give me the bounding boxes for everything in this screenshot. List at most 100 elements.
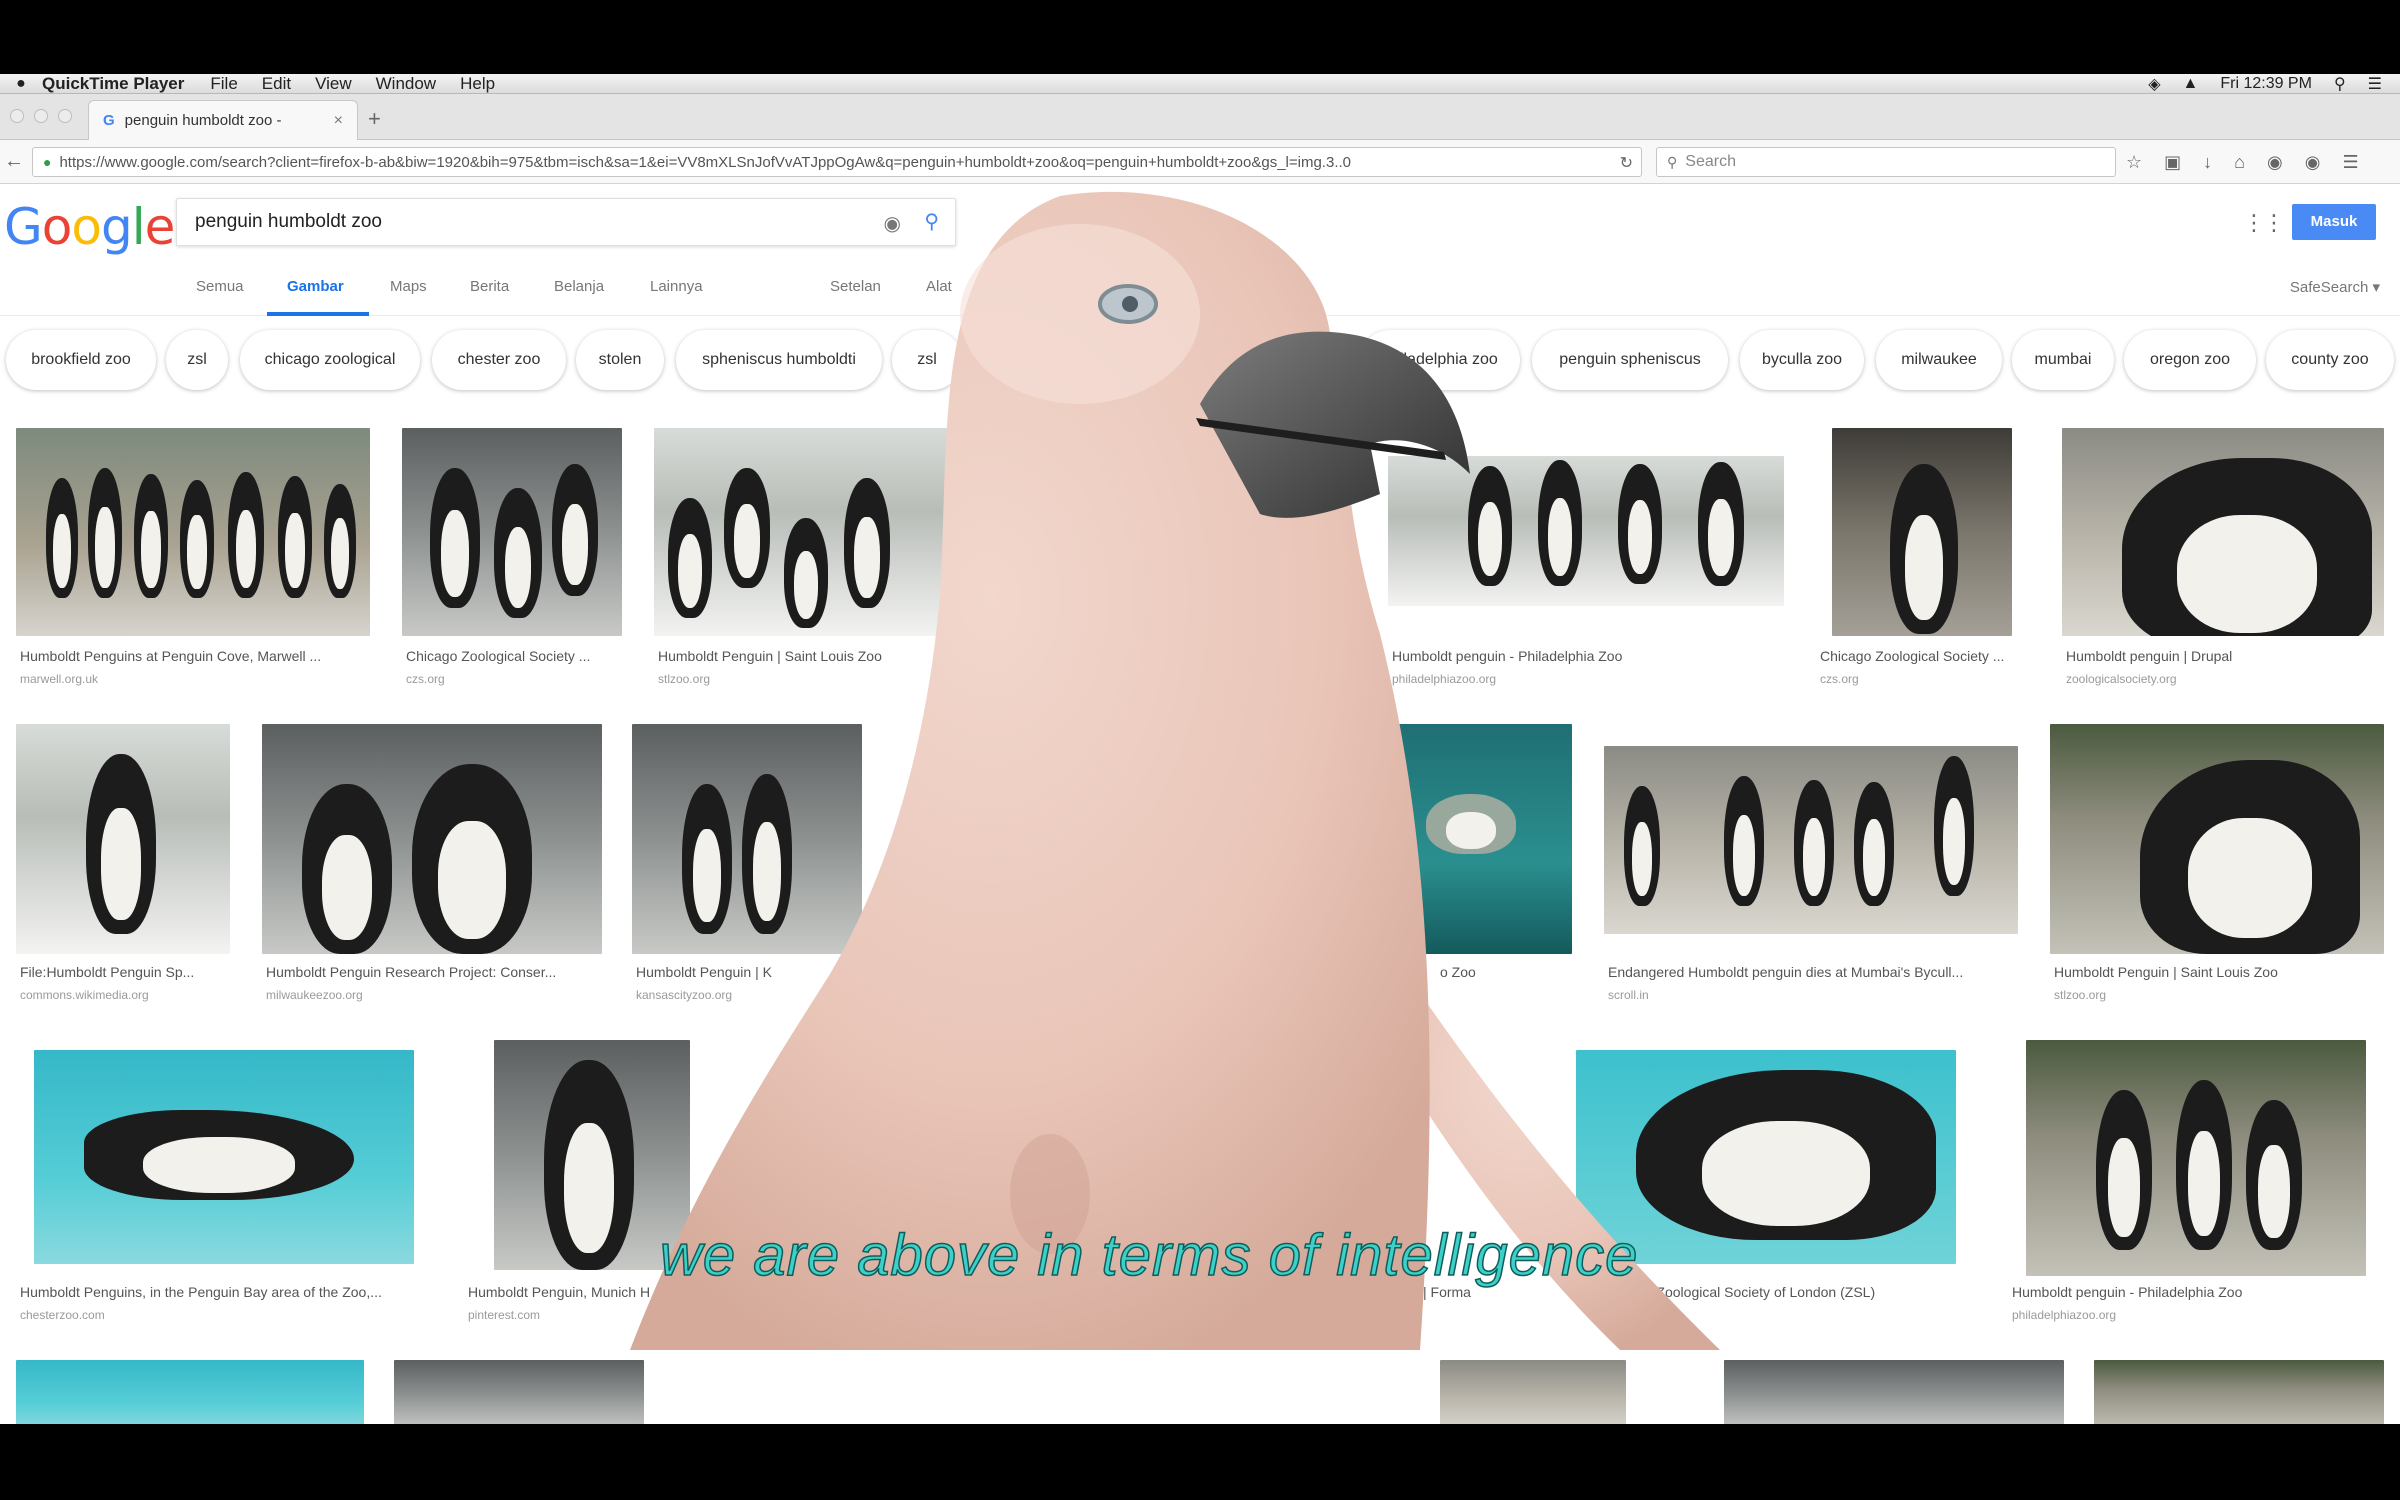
menu-app-name[interactable]: QuickTime Player xyxy=(42,74,184,94)
image-result[interactable] xyxy=(402,428,622,636)
image-result[interactable] xyxy=(262,724,602,954)
menu-edit[interactable]: Edit xyxy=(262,74,291,94)
search-button-icon[interactable]: ⚲ xyxy=(924,209,939,234)
camera-icon[interactable]: ◉ xyxy=(884,211,901,236)
safesearch-toggle[interactable]: SafeSearch ▾ xyxy=(2290,278,2380,296)
image-result[interactable] xyxy=(16,1360,364,1424)
zoom-window-icon[interactable] xyxy=(58,109,72,123)
browser-search-field[interactable]: ⚲ Search xyxy=(1656,147,2116,177)
chip[interactable]: oregon zoo xyxy=(2124,330,2256,390)
result-caption[interactable]: Humboldt penguin - Philadelphia Zoo xyxy=(1392,648,1784,664)
chip[interactable]: byculla zoo xyxy=(1740,330,1864,390)
new-tab-icon[interactable]: + xyxy=(368,106,381,132)
minimize-window-icon[interactable] xyxy=(34,109,48,123)
image-result[interactable] xyxy=(1832,428,2012,636)
chip[interactable]: penguin spheniscus xyxy=(1532,330,1728,390)
lock-icon: ● xyxy=(43,154,52,170)
image-result[interactable] xyxy=(1604,746,2018,934)
result-caption[interactable]: Humboldt Penguins at Penguin Cove, Marwe… xyxy=(20,648,370,664)
chip[interactable]: chester zoo xyxy=(432,330,566,390)
chip[interactable]: zsl xyxy=(166,330,228,390)
reload-icon[interactable]: ↻ xyxy=(1613,153,1633,173)
tab-close-icon[interactable]: × xyxy=(334,112,343,130)
volume-icon[interactable]: ▲ xyxy=(2183,75,2199,93)
tab-berita[interactable]: Berita xyxy=(470,278,509,295)
menu-view[interactable]: View xyxy=(315,74,352,94)
url-bar[interactable]: ● https://www.google.com/search?client=f… xyxy=(32,147,1642,177)
image-result[interactable] xyxy=(654,428,954,636)
wifi-icon[interactable]: ◈ xyxy=(2148,74,2160,94)
chip[interactable]: philadelphia zoo xyxy=(1360,330,1520,390)
result-caption[interactable]: Humboldt Penguin, Munich H xyxy=(468,1284,678,1300)
image-result[interactable] xyxy=(1386,724,1572,954)
result-caption[interactable]: File:Humboldt Penguin Sp... xyxy=(20,964,230,980)
result-caption[interactable]: Chicago Zoological Society ... xyxy=(406,648,622,664)
result-caption[interactable]: Humboldt penguin - Philadelphia Zoo xyxy=(2012,1284,2382,1300)
close-window-icon[interactable] xyxy=(10,109,24,123)
home-icon[interactable]: ⌂ xyxy=(2234,152,2245,173)
url-text: https://www.google.com/search?client=fir… xyxy=(59,153,1351,171)
image-result[interactable] xyxy=(16,724,230,954)
signin-button[interactable]: Masuk xyxy=(2292,204,2376,240)
result-caption[interactable]: Humboldt Penguin Research Project: Conse… xyxy=(266,964,602,980)
result-caption[interactable]: o Zoo xyxy=(1440,964,1570,980)
result-source: pinterest.com xyxy=(468,1308,541,1322)
back-arrow-icon[interactable]: ← xyxy=(4,150,24,173)
tab-alat[interactable]: Alat xyxy=(926,278,952,295)
tab-belanja[interactable]: Belanja xyxy=(554,278,604,295)
chip[interactable]: chicago zoological xyxy=(240,330,420,390)
image-result[interactable] xyxy=(2050,724,2384,954)
result-caption[interactable]: Humboldt Penguins, in the Penguin Bay ar… xyxy=(20,1284,430,1300)
notification-center-icon[interactable]: ☰ xyxy=(2368,74,2382,94)
image-result[interactable] xyxy=(394,1360,644,1424)
tab-lainnya[interactable]: Lainnya xyxy=(650,278,703,295)
menu-window[interactable]: Window xyxy=(376,74,436,94)
menu-help[interactable]: Help xyxy=(460,74,495,94)
chip[interactable]: brookfield zoo xyxy=(6,330,156,390)
image-result[interactable] xyxy=(1724,1360,2064,1424)
chip[interactable]: milwaukee xyxy=(1876,330,2002,390)
bookmark-star-icon[interactable]: ☆ xyxy=(2126,152,2142,173)
google-search-input[interactable]: penguin humboldt zoo ◉ ⚲ xyxy=(176,198,956,246)
image-result[interactable] xyxy=(632,724,862,954)
image-result[interactable] xyxy=(2062,428,2384,636)
image-result[interactable] xyxy=(16,428,370,636)
result-caption[interactable]: Humboldt Penguin | Saint Louis Zoo xyxy=(2054,964,2384,980)
spotlight-icon[interactable]: ⚲ xyxy=(2334,74,2346,94)
image-result[interactable] xyxy=(1440,1360,1626,1424)
related-chips: brookfield zoo zsl chicago zoological ch… xyxy=(0,330,2400,396)
chip[interactable]: spheniscus humboldti xyxy=(676,330,882,390)
browser-tab[interactable]: G penguin humboldt zoo - × xyxy=(88,100,358,140)
image-result[interactable] xyxy=(34,1050,414,1264)
menu-file[interactable]: File xyxy=(210,74,237,94)
result-caption[interactable]: Humboldt Penguin | Saint Louis Zoo xyxy=(658,648,954,664)
tab-semua[interactable]: Semua xyxy=(196,278,244,295)
pocket-icon[interactable]: ◉ xyxy=(2267,152,2283,173)
menubar-clock[interactable]: Fri 12:39 PM xyxy=(2220,75,2312,93)
result-caption[interactable]: Humboldt penguin | Drupal xyxy=(2066,648,2384,664)
hamburger-menu-icon[interactable]: ☰ xyxy=(2342,152,2358,173)
shield-icon[interactable]: ◉ xyxy=(2305,152,2321,173)
image-result[interactable] xyxy=(1388,456,1784,606)
image-result[interactable] xyxy=(2026,1040,2366,1276)
result-caption[interactable]: Humboldt Penguin | K xyxy=(636,964,862,980)
tab-setelan[interactable]: Setelan xyxy=(830,278,881,295)
result-source: commons.wikimedia.org xyxy=(20,988,149,1002)
tab-title: penguin humboldt zoo - xyxy=(124,112,282,129)
chip[interactable]: county zoo xyxy=(2266,330,2394,390)
image-result[interactable] xyxy=(2094,1360,2384,1424)
download-icon[interactable]: ↓ xyxy=(2203,152,2212,173)
browser-navbar: ← ● https://www.google.com/search?client… xyxy=(0,140,2400,184)
apple-icon[interactable]: ● xyxy=(0,75,42,93)
chip[interactable]: stolen xyxy=(576,330,664,390)
chip[interactable]: mumbai xyxy=(2012,330,2114,390)
tab-gambar[interactable]: Gambar xyxy=(287,278,344,295)
result-caption[interactable]: Endangered Humboldt penguin dies at Mumb… xyxy=(1608,964,2018,980)
letterbox-bottom xyxy=(0,1424,2400,1500)
tab-maps[interactable]: Maps xyxy=(390,278,427,295)
library-icon[interactable]: ▣ xyxy=(2164,152,2181,173)
mac-menubar: ● QuickTime Player File Edit View Window… xyxy=(0,74,2400,94)
result-caption[interactable]: Chicago Zoological Society ... xyxy=(1820,648,2026,664)
google-logo[interactable]: Google xyxy=(4,198,175,256)
chip[interactable]: zsl xyxy=(892,330,962,390)
